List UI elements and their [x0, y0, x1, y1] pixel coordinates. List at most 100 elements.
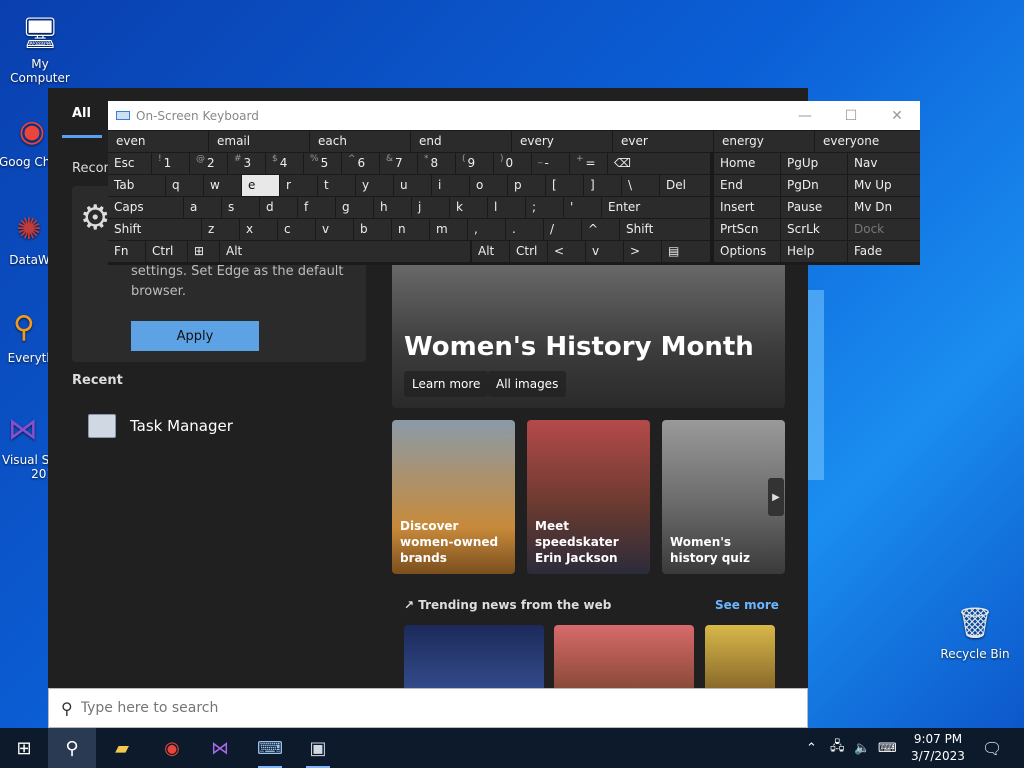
desktop-icon-my-computer[interactable]: 🖥 My Computer — [0, 12, 80, 86]
close-icon[interactable]: ✕ — [874, 101, 920, 130]
osk-key[interactable]: Ctrl — [146, 241, 187, 262]
hero-card[interactable]: Women's History Month Learn more All ima… — [392, 260, 785, 408]
suggestion-key[interactable]: everyone — [815, 131, 920, 152]
osk-key[interactable]: o — [470, 175, 507, 196]
osk-nav-key[interactable]: PrtScn — [714, 219, 780, 240]
osk-nav-key[interactable]: PgDn — [781, 175, 847, 196]
osk-key[interactable]: Esc — [108, 153, 151, 174]
osk-key[interactable]: ^ — [582, 219, 619, 240]
osk-key[interactable]: z — [202, 219, 239, 240]
osk-key[interactable]: g — [336, 197, 373, 218]
minimize-icon[interactable]: — — [782, 101, 828, 130]
osk-nav-key[interactable]: Nav — [848, 153, 920, 174]
osk-key[interactable]: m — [430, 219, 467, 240]
osk-key[interactable]: [ — [546, 175, 583, 196]
suggestion-key[interactable]: energy — [714, 131, 814, 152]
maximize-icon[interactable]: ☐ — [828, 101, 874, 130]
osk-nav-key[interactable]: PgUp — [781, 153, 847, 174]
search-input[interactable] — [80, 700, 761, 716]
osk-key[interactable]: Del — [660, 175, 710, 196]
osk-key[interactable]: Shift — [108, 219, 201, 240]
osk-key[interactable]: Alt — [220, 241, 470, 262]
osk-key[interactable]: ; — [526, 197, 563, 218]
osk-key[interactable]: & 7 — [380, 153, 417, 174]
osk-key[interactable]: * 8 — [418, 153, 455, 174]
tray-chevron-up-icon[interactable]: ⌃ — [806, 728, 817, 768]
osk-key[interactable]: \ — [622, 175, 659, 196]
news-card[interactable] — [705, 625, 775, 688]
osk-key[interactable]: i — [432, 175, 469, 196]
osk-key[interactable]: q — [166, 175, 203, 196]
osk-nav-key[interactable]: Mv Dn — [848, 197, 920, 218]
osk-key[interactable]: < — [548, 241, 585, 262]
osk-nav-key[interactable]: Mv Up — [848, 175, 920, 196]
network-icon[interactable]: 🖧 — [830, 728, 845, 768]
osk-nav-key[interactable]: Home — [714, 153, 780, 174]
news-card[interactable] — [554, 625, 694, 688]
osk-key[interactable]: Ctrl — [510, 241, 547, 262]
recent-item-task-manager[interactable]: Task Manager — [88, 414, 233, 438]
suggestion-key[interactable]: end — [411, 131, 511, 152]
osk-key[interactable]: Caps — [108, 197, 183, 218]
osk-key[interactable]: ⊞ — [188, 241, 219, 262]
task-manager-taskbar-icon[interactable]: ▣ — [294, 728, 342, 768]
tile-history-quiz[interactable]: Women's history quiz — [662, 420, 785, 574]
suggestion-key[interactable]: ever — [613, 131, 713, 152]
osk-key[interactable]: e — [242, 175, 279, 196]
osk-key[interactable]: % 5 — [304, 153, 341, 174]
osk-key[interactable]: Tab — [108, 175, 165, 196]
learn-more-button[interactable]: Learn more — [404, 371, 489, 397]
visual-studio-icon[interactable]: ⋈ — [196, 728, 244, 768]
suggestion-key[interactable]: each — [310, 131, 410, 152]
suggestion-key[interactable]: email — [209, 131, 309, 152]
osk-key[interactable]: b — [354, 219, 391, 240]
keyboard-icon[interactable]: ⌨ — [878, 728, 897, 768]
volume-icon[interactable]: 🔈 — [854, 728, 870, 768]
osk-key[interactable]: $4 — [266, 153, 303, 174]
file-explorer-icon[interactable]: ▰ — [98, 728, 146, 768]
osk-nav-key[interactable]: End — [714, 175, 780, 196]
osk-nav-key[interactable]: Dock — [848, 219, 920, 240]
osk-key[interactable]: . — [506, 219, 543, 240]
apply-button[interactable]: Apply — [131, 321, 259, 351]
osk-key[interactable]: w — [204, 175, 241, 196]
desktop-icon-everything[interactable]: ⚲ Everyth — [0, 306, 54, 366]
osk-key[interactable]: a — [184, 197, 221, 218]
osk-nav-key[interactable]: Help — [781, 241, 847, 262]
osk-key[interactable]: l — [488, 197, 525, 218]
osk-key[interactable]: h — [374, 197, 411, 218]
osk-key[interactable]: + = — [570, 153, 607, 174]
suggestion-key[interactable]: even — [108, 131, 208, 152]
osk-key[interactable]: f — [298, 197, 335, 218]
osk-key[interactable]: p — [508, 175, 545, 196]
taskbar-search-box[interactable]: ⚲ — [48, 688, 808, 728]
tile-erin-jackson[interactable]: Meet speedskater Erin Jackson — [527, 420, 650, 574]
osk-taskbar-icon[interactable]: ⌨ — [246, 728, 294, 768]
osk-key[interactable]: ) 0 — [494, 153, 531, 174]
clock[interactable]: 9:07 PM 3/7/2023 — [904, 731, 972, 765]
osk-key[interactable]: _ - — [532, 153, 569, 174]
osk-key[interactable]: ▤ — [662, 241, 710, 262]
osk-key[interactable]: @2 — [190, 153, 227, 174]
osk-key[interactable]: ^ 6 — [342, 153, 379, 174]
osk-key[interactable]: c — [278, 219, 315, 240]
osk-key[interactable]: d — [260, 197, 297, 218]
osk-nav-key[interactable]: Pause — [781, 197, 847, 218]
suggestion-key[interactable]: every — [512, 131, 612, 152]
tab-all[interactable]: All — [72, 106, 91, 121]
osk-nav-key[interactable]: Fade — [848, 241, 920, 262]
desktop-icon-recycle-bin[interactable]: 🗑 Recycle Bin — [935, 602, 1015, 662]
osk-nav-key[interactable]: Options — [714, 241, 780, 262]
see-more-link[interactable]: See more — [715, 598, 779, 612]
osk-key[interactable]: s — [222, 197, 259, 218]
osk-nav-key[interactable]: ScrLk — [781, 219, 847, 240]
osk-key[interactable]: Alt — [472, 241, 509, 262]
osk-key[interactable]: > — [624, 241, 661, 262]
osk-key[interactable]: t — [318, 175, 355, 196]
osk-nav-key[interactable]: Insert — [714, 197, 780, 218]
osk-key[interactable]: k — [450, 197, 487, 218]
chrome-icon[interactable]: ◉ — [148, 728, 196, 768]
osk-key[interactable]: / — [544, 219, 581, 240]
notifications-icon[interactable]: 🗨 — [982, 728, 1002, 768]
osk-key[interactable]: x — [240, 219, 277, 240]
